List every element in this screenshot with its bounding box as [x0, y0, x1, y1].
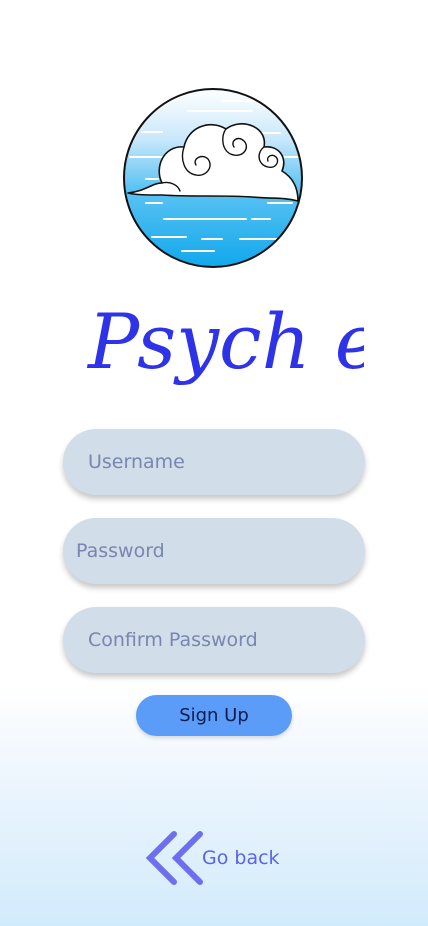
- confirm-password-input[interactable]: [88, 607, 365, 673]
- confirm-password-field[interactable]: [63, 607, 365, 673]
- app-title-text: Psych e: [86, 297, 364, 386]
- signup-button-label: Sign Up: [179, 705, 249, 726]
- username-field[interactable]: [63, 429, 365, 495]
- app-title: Psych e: [86, 297, 364, 386]
- username-input[interactable]: [88, 429, 365, 495]
- password-field[interactable]: [63, 518, 365, 584]
- double-chevron-left-icon: [145, 831, 203, 885]
- password-input[interactable]: [76, 518, 365, 584]
- cloud-logo-icon: [123, 88, 303, 268]
- go-back-label: Go back: [202, 847, 280, 869]
- go-back-link[interactable]: Go back: [142, 828, 280, 888]
- signup-button[interactable]: Sign Up: [136, 695, 292, 736]
